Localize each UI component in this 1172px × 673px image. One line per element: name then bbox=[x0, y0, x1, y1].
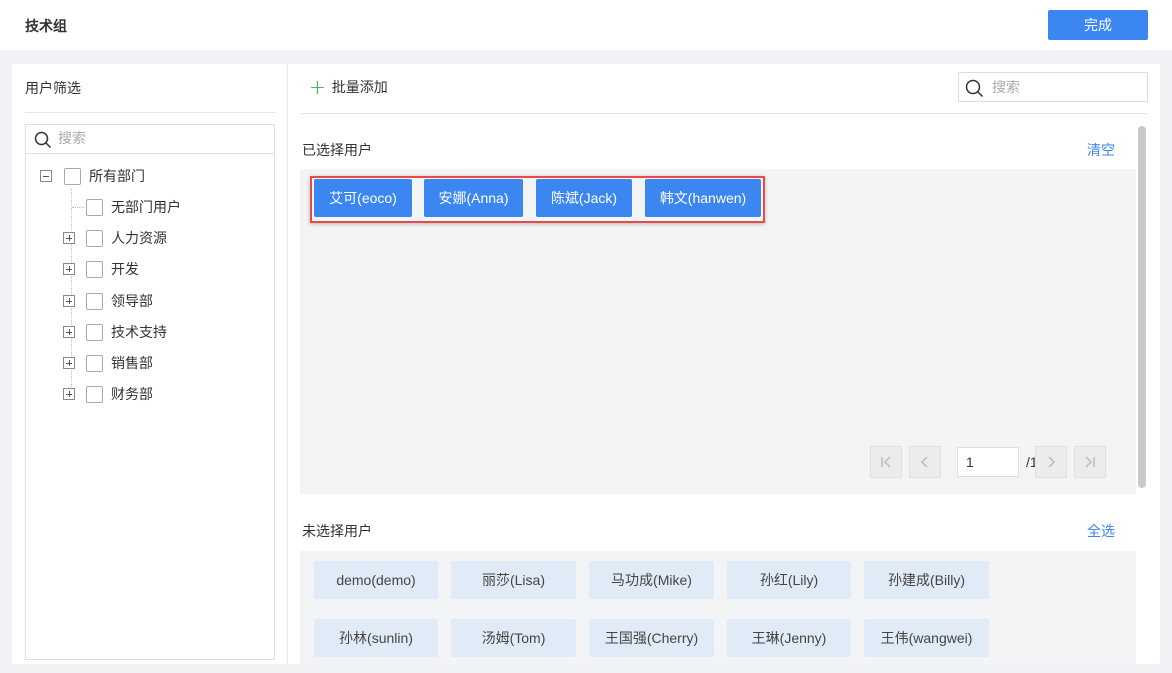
done-button[interactable]: 完成 bbox=[1048, 10, 1148, 40]
tree-node-hr[interactable]: 人力资源 bbox=[63, 227, 167, 249]
expand-icon[interactable] bbox=[63, 326, 75, 338]
batch-add-button[interactable]: + 批量添加 bbox=[309, 77, 388, 97]
unselected-user-chip[interactable]: 孙红(Lily) bbox=[727, 561, 851, 599]
selected-user-chip[interactable]: 安娜(Anna) bbox=[424, 179, 523, 217]
tree-node-root[interactable]: 所有部门 bbox=[40, 165, 145, 187]
tree-node-label: 人力资源 bbox=[111, 231, 167, 247]
expand-icon[interactable] bbox=[63, 388, 75, 400]
tree-node-label: 销售部 bbox=[111, 356, 153, 372]
tree-node-finance[interactable]: 财务部 bbox=[63, 383, 153, 405]
expand-icon[interactable] bbox=[63, 295, 75, 307]
expand-icon[interactable] bbox=[63, 232, 75, 244]
batch-add-label: 批量添加 bbox=[331, 80, 388, 96]
chevron-right-icon bbox=[1048, 456, 1056, 468]
checkbox[interactable] bbox=[86, 385, 103, 403]
selected-users-title: 已选择用户 bbox=[302, 143, 372, 159]
last-page-button[interactable] bbox=[1074, 446, 1106, 478]
tree-search bbox=[26, 125, 274, 154]
main-content: 用户筛选 所有部门 无部门用户 bbox=[12, 64, 1160, 664]
unselected-users-title: 未选择用户 bbox=[302, 524, 372, 540]
user-search bbox=[958, 72, 1148, 102]
clear-link[interactable]: 清空 bbox=[1087, 140, 1115, 160]
collapse-icon[interactable] bbox=[40, 170, 52, 182]
select-all-link[interactable]: 全选 bbox=[1087, 521, 1115, 541]
divider bbox=[25, 112, 275, 113]
unselected-user-chip[interactable]: 马功成(Mike) bbox=[589, 561, 714, 599]
first-page-icon bbox=[881, 456, 891, 468]
selected-user-chip[interactable]: 韩文(hanwen) bbox=[645, 179, 761, 217]
divider bbox=[300, 113, 1148, 114]
unselected-user-chip[interactable]: 汤姆(Tom) bbox=[451, 619, 576, 657]
tree-node-label: 所有部门 bbox=[89, 169, 145, 185]
expand-icon[interactable] bbox=[63, 357, 75, 369]
checkbox[interactable] bbox=[86, 292, 103, 310]
tree-search-input[interactable] bbox=[58, 129, 258, 149]
user-filter-panel: 用户筛选 所有部门 无部门用户 bbox=[12, 64, 288, 664]
tree-connector bbox=[72, 207, 84, 208]
last-page-icon bbox=[1085, 456, 1095, 468]
tree-node-leadership[interactable]: 领导部 bbox=[63, 290, 153, 312]
tree-node-support[interactable]: 技术支持 bbox=[63, 321, 167, 343]
filter-title: 用户筛选 bbox=[25, 81, 81, 97]
tree-node-label: 开发 bbox=[111, 262, 139, 278]
checkbox[interactable] bbox=[64, 167, 81, 185]
checkbox[interactable] bbox=[86, 354, 103, 372]
unselected-user-chip[interactable]: 王琳(Jenny) bbox=[727, 619, 851, 657]
top-bar: 技术组 完成 bbox=[0, 0, 1172, 50]
tree-node-label: 财务部 bbox=[111, 387, 153, 403]
unselected-user-chip[interactable]: 王伟(wangwei) bbox=[864, 619, 989, 657]
tree-node-label: 无部门用户 bbox=[111, 200, 181, 216]
tree-node-no-dept[interactable]: 无部门用户 bbox=[86, 196, 181, 218]
chevron-left-icon bbox=[920, 456, 928, 468]
unselected-user-chip[interactable]: 孙建成(Billy) bbox=[864, 561, 989, 599]
page-number-input[interactable] bbox=[957, 447, 1019, 477]
first-page-button[interactable] bbox=[870, 446, 902, 478]
page-title: 技术组 bbox=[25, 19, 67, 35]
prev-page-button[interactable] bbox=[909, 446, 941, 478]
search-icon bbox=[34, 131, 52, 153]
selected-user-chip[interactable]: 艾可(eoco) bbox=[314, 179, 412, 217]
tree-node-dev[interactable]: 开发 bbox=[63, 258, 139, 280]
user-search-input[interactable] bbox=[992, 78, 1137, 98]
department-tree: 所有部门 无部门用户 人力资源 开发 领导部 bbox=[25, 124, 275, 660]
checkbox[interactable] bbox=[86, 198, 103, 216]
plus-icon: + bbox=[309, 75, 326, 99]
unselected-user-chip[interactable]: demo(demo) bbox=[314, 561, 438, 599]
tree-node-label: 领导部 bbox=[111, 294, 153, 310]
unselected-user-chip[interactable]: 丽莎(Lisa) bbox=[451, 561, 576, 599]
selected-users-area: 艾可(eoco) 安娜(Anna) 陈斌(Jack) 韩文(hanwen) /1 bbox=[300, 169, 1136, 494]
tree-node-sales[interactable]: 销售部 bbox=[63, 352, 153, 374]
user-selection-panel: + 批量添加 已选择用户 清空 艾可(eoco) 安娜(Anna) 陈斌(Jac… bbox=[289, 64, 1160, 664]
search-icon bbox=[965, 79, 984, 102]
expand-icon[interactable] bbox=[63, 263, 75, 275]
checkbox[interactable] bbox=[86, 260, 103, 278]
checkbox[interactable] bbox=[86, 323, 103, 341]
selected-user-chip[interactable]: 陈斌(Jack) bbox=[536, 179, 632, 217]
tree-node-label: 技术支持 bbox=[111, 325, 167, 341]
checkbox[interactable] bbox=[86, 229, 103, 247]
scrollbar-thumb[interactable] bbox=[1138, 126, 1146, 488]
unselected-user-chip[interactable]: 孙林(sunlin) bbox=[314, 619, 438, 657]
unselected-user-chip[interactable]: 王国强(Cherry) bbox=[589, 619, 714, 657]
next-page-button[interactable] bbox=[1035, 446, 1067, 478]
unselected-users-area: demo(demo) 丽莎(Lisa) 马功成(Mike) 孙红(Lily) 孙… bbox=[300, 551, 1136, 664]
